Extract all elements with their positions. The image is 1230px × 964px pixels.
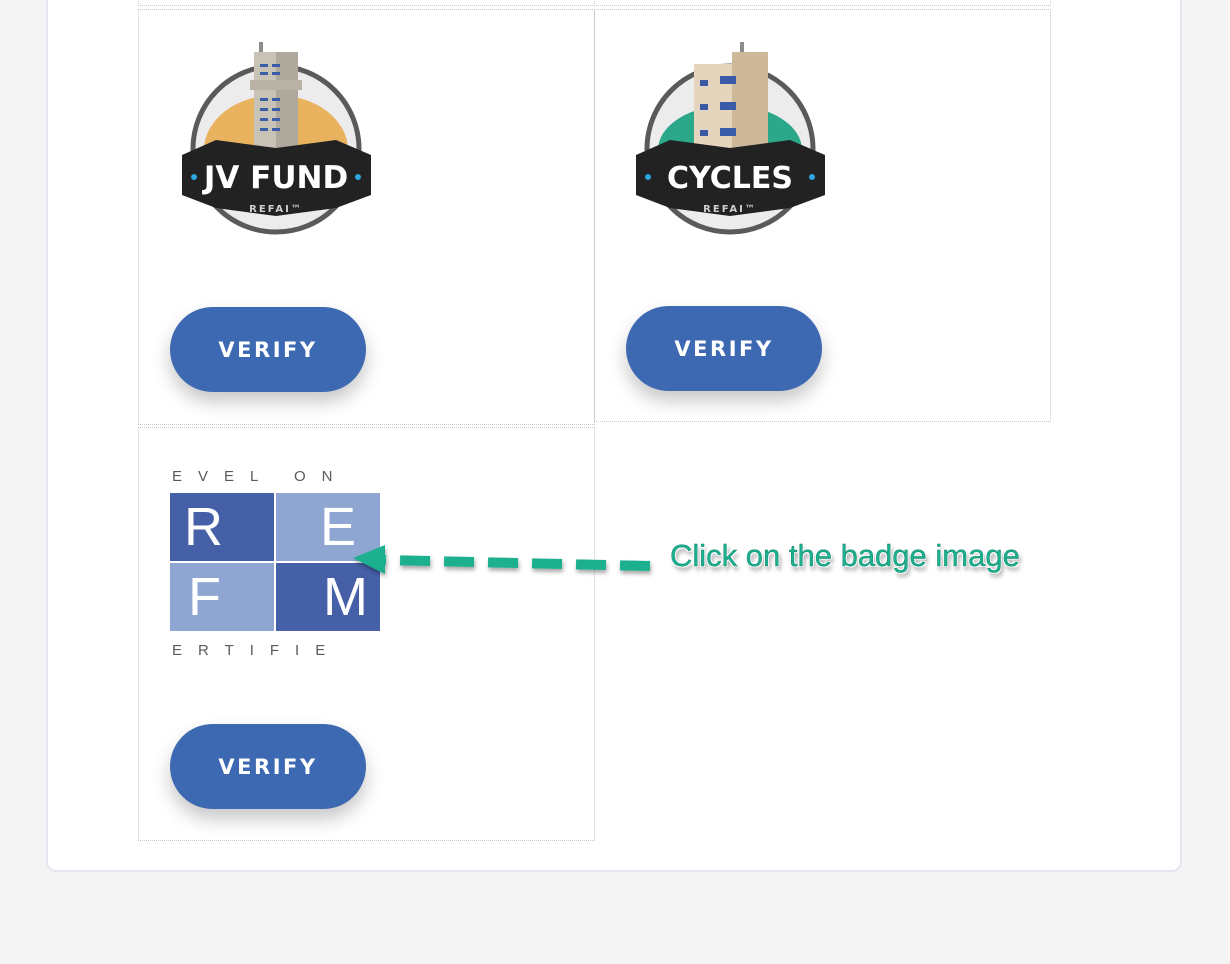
jv-fund-title: JV FUND <box>202 160 348 196</box>
verify-button-cycles[interactable]: VERIFY <box>626 306 822 391</box>
cycles-title: CYCLES <box>667 161 793 196</box>
jv-fund-badge-image[interactable]: JV FUND REFAI™ <box>180 40 373 252</box>
cycles-badge-image[interactable]: CYCLES REFAI™ <box>634 40 827 252</box>
refm-top-text: EVEL ON <box>172 468 349 485</box>
annotation-text: Click on the badge image <box>670 538 1020 573</box>
refm-tile-f: F <box>170 563 274 631</box>
annotation-arrow-icon <box>353 545 651 574</box>
refm-bottom-text: ERTIFIE <box>172 642 342 659</box>
jv-fund-badge-icon: JV FUND REFAI™ <box>182 42 371 235</box>
cycles-badge-icon: CYCLES REFAI™ <box>636 42 825 235</box>
cycles-subtitle: REFAI™ <box>703 204 757 215</box>
jv-fund-subtitle: REFAI™ <box>249 204 303 215</box>
refm-tile-r: R <box>170 493 274 561</box>
previous-row-cell <box>138 0 595 6</box>
verify-button-refm[interactable]: VERIFY <box>170 724 366 809</box>
verify-button-jv-fund[interactable]: VERIFY <box>170 307 366 392</box>
previous-row-cell <box>594 0 1051 6</box>
